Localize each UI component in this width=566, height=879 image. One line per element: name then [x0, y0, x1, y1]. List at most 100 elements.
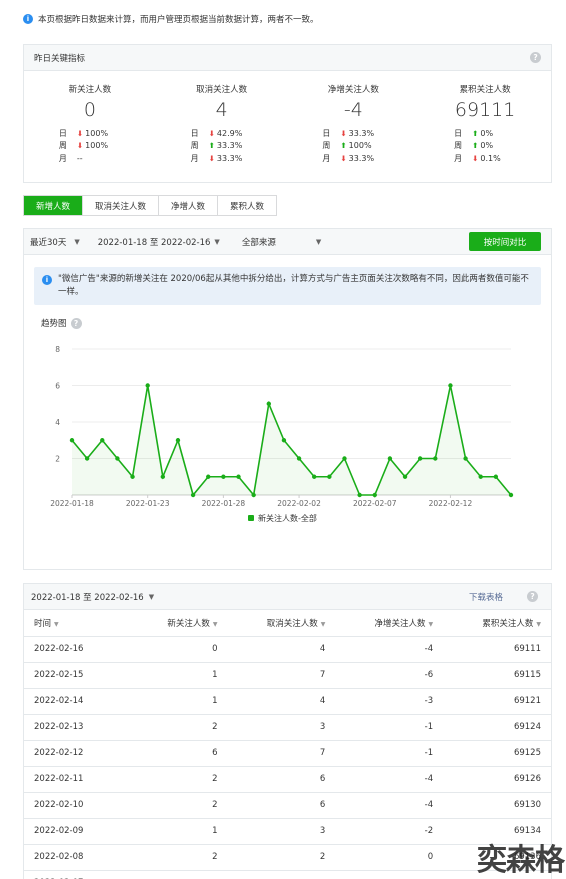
table-cell: 3	[227, 714, 336, 741]
compare-value: 33.3%	[216, 153, 243, 163]
table-cell: -3	[335, 688, 444, 715]
arrow-down-icon: ⬇	[208, 153, 215, 163]
table-cell: 2022-02-14	[24, 688, 134, 715]
compare-value: 0%	[480, 128, 494, 138]
sort-icon: ▼	[320, 620, 326, 628]
metric-value: 69111	[454, 99, 516, 121]
y-tick-label: 6	[55, 382, 60, 391]
metric-compare-list: 日 ⬆ 0% 周 ⬆ 0% 月 ⬇ 0.1%	[454, 127, 516, 165]
table-cell: 2022-02-09	[24, 818, 134, 845]
chevron-down-icon: ▼	[315, 237, 322, 246]
table-date-select[interactable]: 2022-01-18 至 2022-02-16 ▼	[31, 591, 154, 603]
data-point	[190, 492, 196, 498]
table-cell: 2022-02-12	[24, 740, 134, 767]
table-cell: 4	[227, 636, 336, 663]
info-icon: i	[42, 275, 52, 285]
metric-label: 新关注人数	[68, 85, 112, 95]
chevron-down-icon: ▼	[148, 592, 155, 601]
data-point	[478, 474, 483, 479]
table-row: 2022-02-08 2 2 0 69136	[24, 844, 551, 871]
table-cell: 7	[227, 662, 336, 689]
compare-by-time-button[interactable]: 按时间对比	[469, 232, 541, 251]
tab-3[interactable]: 累积人数	[218, 196, 277, 215]
data-table-panel: 2022-01-18 至 2022-02-16 ▼ 下载表格 ? 时间 ▼ 新关注人…	[23, 583, 552, 879]
column-header[interactable]: 净增关注人数 ▼	[335, 610, 444, 637]
period-label: 日	[58, 128, 67, 138]
key-metrics-title: 昨日关键指标	[34, 53, 86, 64]
compare-value: 33.3%	[348, 128, 375, 138]
table-cell: 1	[133, 662, 228, 689]
table-cell: 69124	[443, 714, 551, 741]
data-point	[221, 474, 226, 479]
tab-1[interactable]: 取消关注人数	[83, 196, 160, 215]
arrow-up-icon: ⬆	[208, 141, 215, 151]
x-tick-label: 2022-02-12	[429, 499, 473, 508]
help-icon[interactable]: ?	[527, 591, 538, 602]
metrics-row: 新关注人数 0 日 ⬇ 100% 周 ⬇ 100% 月 -- 取消关注人数 4 日 ⬇ 42.9% 周 ⬆ 33.…	[24, 71, 551, 165]
tab-0[interactable]: 新增人数	[24, 196, 84, 215]
column-header[interactable]: 时间 ▼	[24, 610, 134, 637]
data-point	[160, 474, 166, 479]
metric-compare-row: 周 ⬆ 33.3%	[191, 140, 253, 153]
data-point	[84, 456, 90, 461]
table-cell: 2	[133, 792, 228, 819]
column-header[interactable]: 累积关注人数 ▼	[443, 610, 551, 637]
table-cell: -4	[335, 792, 444, 819]
metric-compare-row: 日 ⬇ 100%	[59, 127, 121, 140]
date-range-select[interactable]: 2022-01-18 至 2022-02-16 ▼	[98, 236, 220, 248]
period-label: 周	[322, 141, 331, 151]
metric-card: 累积关注人数 69111 日 ⬆ 0% 周 ⬆ 0% 月 ⬇ 0.1%	[419, 83, 551, 165]
table-cell: 69125	[443, 740, 551, 767]
table-cell: 4	[227, 688, 336, 715]
arrow-down-icon: ⬇	[340, 153, 347, 163]
download-table-link[interactable]: 下载表格	[469, 591, 503, 603]
compare-value: 42.9%	[216, 128, 243, 138]
compare-value: --	[76, 153, 83, 163]
metric-compare-row: 月 ⬇ 33.3%	[322, 152, 384, 165]
column-header-label: 时间	[34, 618, 52, 629]
trend-title-text: 趋势图	[41, 319, 67, 329]
arrow-down-icon: ⬇	[340, 128, 347, 138]
period-label: 日	[454, 128, 463, 138]
help-icon[interactable]: ?	[530, 52, 541, 63]
table-cell: 2022-02-08	[24, 844, 134, 871]
table-cell: -1	[335, 714, 444, 741]
period-label: 日	[190, 128, 199, 138]
table-cell: 6	[133, 740, 228, 767]
data-point	[296, 456, 302, 461]
data-point	[463, 456, 468, 461]
column-header[interactable]: 取消关注人数 ▼	[227, 610, 336, 637]
legend-swatch	[248, 515, 254, 521]
table-cell: 69111	[443, 636, 551, 663]
trend-panel: 最近30天 ▼ 2022-01-18 至 2022-02-16 ▼ 全部来源 ▼…	[23, 228, 552, 570]
table-cell: 6	[227, 766, 336, 793]
range-select[interactable]: 最近30天 ▼	[30, 236, 80, 248]
table-cell: 3	[227, 818, 336, 845]
arrow-up-icon: ⬆	[472, 128, 479, 138]
table-date-value: 2022-01-18 至 2022-02-16	[31, 592, 144, 603]
info-icon: i	[23, 14, 33, 24]
period-label: 月	[322, 153, 331, 163]
arrow-down-icon: ⬇	[76, 128, 84, 138]
table-cell: 69115	[443, 662, 551, 689]
table-cell: 2022-02-13	[24, 714, 134, 741]
metric-compare-row: 周 ⬇ 100%	[59, 140, 121, 153]
table-cell: 2022-02-16	[24, 636, 134, 663]
metric-compare-row: 月 ⬇ 0.1%	[454, 152, 516, 165]
source-select[interactable]: 全部来源 ▼	[242, 236, 321, 248]
metric-compare-row: 日 ⬇ 42.9%	[191, 127, 253, 140]
column-header-label: 取消关注人数	[266, 618, 318, 629]
data-point	[130, 474, 135, 479]
tab-2[interactable]: 净增人数	[159, 196, 219, 215]
column-header[interactable]: 新关注人数 ▼	[133, 610, 228, 637]
key-metrics-panel: 昨日关键指标 ? 新关注人数 0 日 ⬇ 100% 周 ⬇ 100% 月 -- 取消关注人数 4 日 ⬇ 4…	[23, 44, 552, 183]
table-row: 2022-02-15 1 7 -6 69115	[24, 662, 551, 689]
compare-value: 0%	[480, 141, 494, 151]
table-cell: 2	[133, 766, 228, 793]
period-label: 月	[454, 153, 463, 163]
help-icon[interactable]: ?	[70, 317, 82, 329]
data-table: 时间 ▼ 新关注人数 ▼ 取消关注人数 ▼ 净增关注人数 ▼ 累积关注人数 ▼ 2022-02-1…	[24, 610, 551, 879]
trend-title: 趋势图 ?	[41, 317, 551, 329]
table-toolbar: 2022-01-18 至 2022-02-16 ▼ 下载表格 ?	[24, 584, 551, 610]
x-tick-label: 2022-02-02	[277, 499, 321, 508]
